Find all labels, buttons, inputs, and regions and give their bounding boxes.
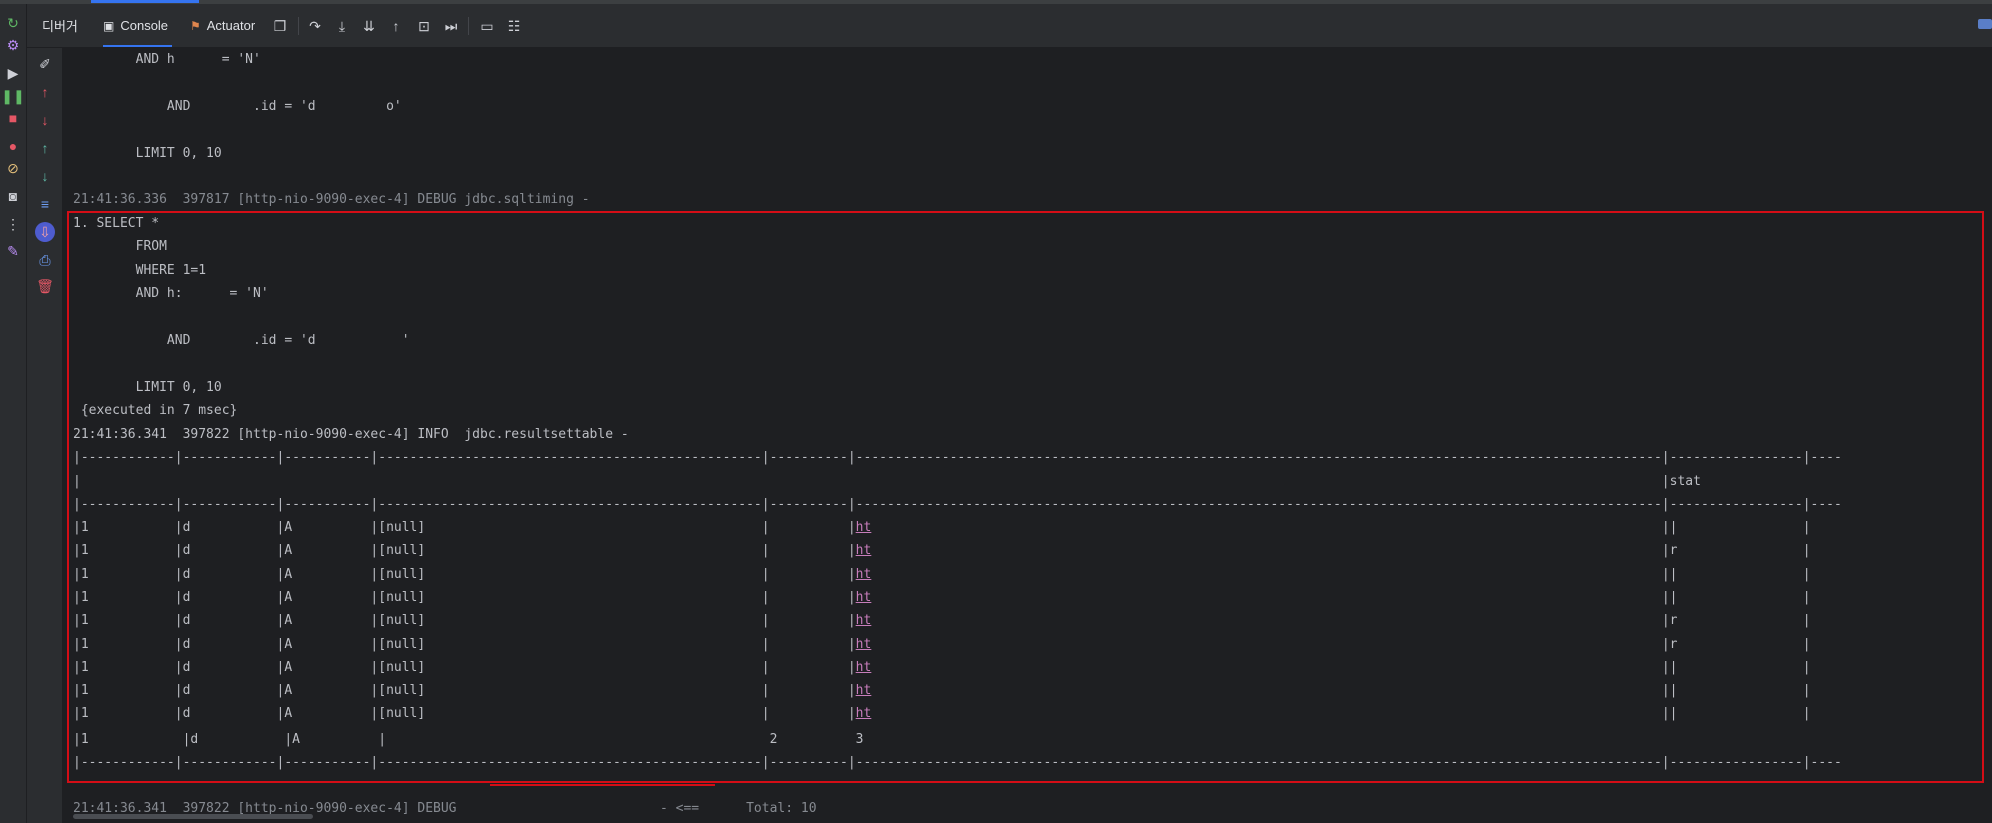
progress-indicator bbox=[91, 0, 199, 3]
mute-breakpoints-icon[interactable]: ⊘ bbox=[4, 159, 22, 177]
debug-tab-bar: 디버거 ▣ Console ⚑ Actuator ❐ ↷ ⤓ ⇊ ↑ ⊡ ⏭ ▭… bbox=[27, 4, 1992, 48]
table-cells: |1 |d |A |[null] | | bbox=[73, 543, 856, 559]
table-url-link[interactable]: ht bbox=[856, 543, 872, 558]
table-cells: || | bbox=[871, 520, 1811, 535]
table-cells: || | bbox=[871, 589, 1811, 605]
table-row: |1 |d |A |[null] | |ht bbox=[73, 516, 1811, 539]
print-icon[interactable]: ⎙ bbox=[36, 251, 54, 269]
table-cells: |r | bbox=[871, 636, 1811, 652]
soft-wrap-icon[interactable]: ≡ bbox=[36, 195, 54, 213]
clear-icon[interactable]: ✐ bbox=[36, 55, 54, 73]
table-row: |1 |d |A |[null] | |ht bbox=[73, 702, 1811, 725]
table-cells: |1 |d |A |[null] | | bbox=[73, 520, 856, 535]
rerun-icon[interactable]: ↻ bbox=[4, 14, 22, 32]
tab-debugger[interactable]: 디버거 bbox=[42, 4, 78, 47]
console-line: 21:41:36.341 397822 [http-nio-9090-exec-… bbox=[73, 427, 629, 442]
console-line: AND .id = 'd o' bbox=[73, 99, 402, 114]
console-line: AND .id = 'd ' bbox=[73, 333, 410, 348]
tab-console-label: Console bbox=[120, 18, 169, 33]
step-over-icon[interactable]: ↷ bbox=[306, 17, 324, 35]
restore-layout-icon[interactable]: ❐ bbox=[271, 17, 289, 35]
table-cells: |1 |d |A |[null] | | bbox=[73, 566, 856, 582]
console-line: {executed in 7 msec} bbox=[73, 403, 238, 418]
table-url-link[interactable]: ht bbox=[856, 706, 872, 721]
table-url-link[interactable]: ht bbox=[856, 567, 872, 582]
table-row: |1 |d |A |[null] | |ht bbox=[73, 586, 1811, 609]
delete-icon[interactable]: 🗑 bbox=[36, 277, 54, 295]
console-line: LIMIT 0, 10 bbox=[73, 146, 222, 161]
toolbar-divider bbox=[468, 17, 469, 35]
table-url-link[interactable]: ht bbox=[856, 660, 872, 675]
table-cells: |1 |d |A |[null] | | bbox=[73, 636, 856, 652]
console-line: WHERE 1=1 bbox=[73, 263, 207, 278]
table-header-line: | |stat bbox=[73, 474, 1701, 489]
force-step-into-icon[interactable]: ⇊ bbox=[360, 17, 378, 35]
table-row-last: |1 |d |A | 2 3 bbox=[73, 732, 864, 747]
table-url-link[interactable]: ht bbox=[856, 613, 872, 628]
console-line: AND h = 'N' bbox=[73, 52, 261, 67]
step-into-icon[interactable]: ⤓ bbox=[333, 17, 351, 35]
step-out-icon[interactable]: ↑ bbox=[387, 17, 405, 35]
console-tool-strip: ✐ ↑ ↓ ↑ ↓ ≡ ⇩ ⎙ 🗑 bbox=[27, 48, 63, 823]
pause-icon[interactable]: ❚❚ bbox=[1, 87, 24, 105]
toolbar-divider bbox=[298, 17, 299, 35]
table-cells: || | bbox=[871, 706, 1811, 722]
tab-actuator[interactable]: ⚑ Actuator bbox=[190, 4, 255, 47]
up-red-icon[interactable]: ↑ bbox=[36, 83, 54, 101]
console-line: FROM bbox=[73, 239, 167, 254]
table-cells: |1 |d |A |[null] | | bbox=[73, 589, 856, 605]
table-cells: |1 |d |A |[null] | | bbox=[73, 706, 856, 722]
table-url-link[interactable]: ht bbox=[856, 637, 872, 652]
highlight-underline bbox=[490, 784, 715, 786]
actuator-icon: ⚑ bbox=[190, 18, 201, 33]
table-row: |1 |d |A |[null] | |ht bbox=[73, 539, 1811, 562]
tab-console[interactable]: ▣ Console bbox=[103, 4, 173, 47]
pin-icon[interactable]: ✎ bbox=[4, 242, 22, 260]
table-url-link[interactable]: ht bbox=[856, 683, 872, 698]
camera-icon[interactable]: ◙ bbox=[4, 187, 22, 205]
stop-icon[interactable]: ■ bbox=[4, 109, 22, 127]
more-icon[interactable]: ⋮ bbox=[4, 215, 22, 233]
table-url-link[interactable]: ht bbox=[856, 520, 872, 535]
run-to-cursor-icon[interactable]: ⊡ bbox=[415, 17, 433, 35]
table-row: |1 |d |A |[null] | |ht bbox=[73, 609, 1811, 632]
resume-icon[interactable]: ▶ bbox=[4, 64, 22, 82]
table-cells: || | bbox=[871, 566, 1811, 582]
console-line: 1. SELECT * bbox=[73, 216, 160, 231]
evaluate-icon[interactable]: ⏭ bbox=[442, 17, 460, 35]
console-line: 21:41:36.336 397817 [http-nio-9090-exec-… bbox=[73, 192, 590, 207]
up-green-icon[interactable]: ↑ bbox=[36, 139, 54, 157]
table-row: |1 |d |A |[null] | |ht bbox=[73, 679, 1811, 702]
view-breakpoints-icon[interactable]: ● bbox=[4, 137, 22, 155]
table-cells: |1 |d |A |[null] | | bbox=[73, 683, 856, 699]
table-cells: |r | bbox=[871, 613, 1811, 629]
console-output[interactable]: AND h = 'N' AND .id = 'd o' LIMIT 0, 10 … bbox=[63, 48, 1992, 823]
table-cells: || | bbox=[871, 659, 1811, 675]
table-row: |1 |d |A |[null] | |ht bbox=[73, 633, 1811, 656]
scroll-to-end-icon[interactable]: ⇩ bbox=[35, 222, 55, 242]
frames-icon[interactable]: ☷ bbox=[505, 17, 523, 35]
table-row: |1 |d |A |[null] | |ht bbox=[73, 563, 1811, 586]
tab-debugger-label: 디버거 bbox=[42, 19, 78, 34]
console-line: AND h: = 'N' bbox=[73, 286, 269, 301]
settings-icon[interactable]: ⚙ bbox=[4, 36, 22, 54]
table-cells: || | bbox=[871, 683, 1811, 699]
console-icon: ▣ bbox=[103, 18, 115, 33]
tab-actuator-label: Actuator bbox=[206, 18, 256, 33]
debug-left-strip: ↻ ⚙ ▶ ❚❚ ■ ● ⊘ ◙ ⋮ ✎ bbox=[0, 4, 27, 823]
console-line: LIMIT 0, 10 bbox=[73, 380, 222, 395]
down-red-icon[interactable]: ↓ bbox=[36, 111, 54, 129]
table-url-link[interactable]: ht bbox=[856, 590, 872, 605]
table-border-line: |------------|------------|-----------|-… bbox=[73, 497, 1842, 512]
table-cells: |r | bbox=[871, 543, 1811, 559]
table-cells: |1 |d |A |[null] | | bbox=[73, 613, 856, 629]
table-cells: |1 |d |A |[null] | | bbox=[73, 659, 856, 675]
down-green-icon[interactable]: ↓ bbox=[36, 167, 54, 185]
table-border-line: |------------|------------|-----------|-… bbox=[73, 755, 1842, 770]
table-border-line: |------------|------------|-----------|-… bbox=[73, 450, 1842, 465]
horizontal-scrollbar[interactable] bbox=[73, 814, 313, 819]
layout-badge-icon[interactable] bbox=[1978, 19, 1992, 29]
terminal-icon[interactable]: ▭ bbox=[478, 17, 496, 35]
table-row: |1 |d |A |[null] | |ht bbox=[73, 656, 1811, 679]
